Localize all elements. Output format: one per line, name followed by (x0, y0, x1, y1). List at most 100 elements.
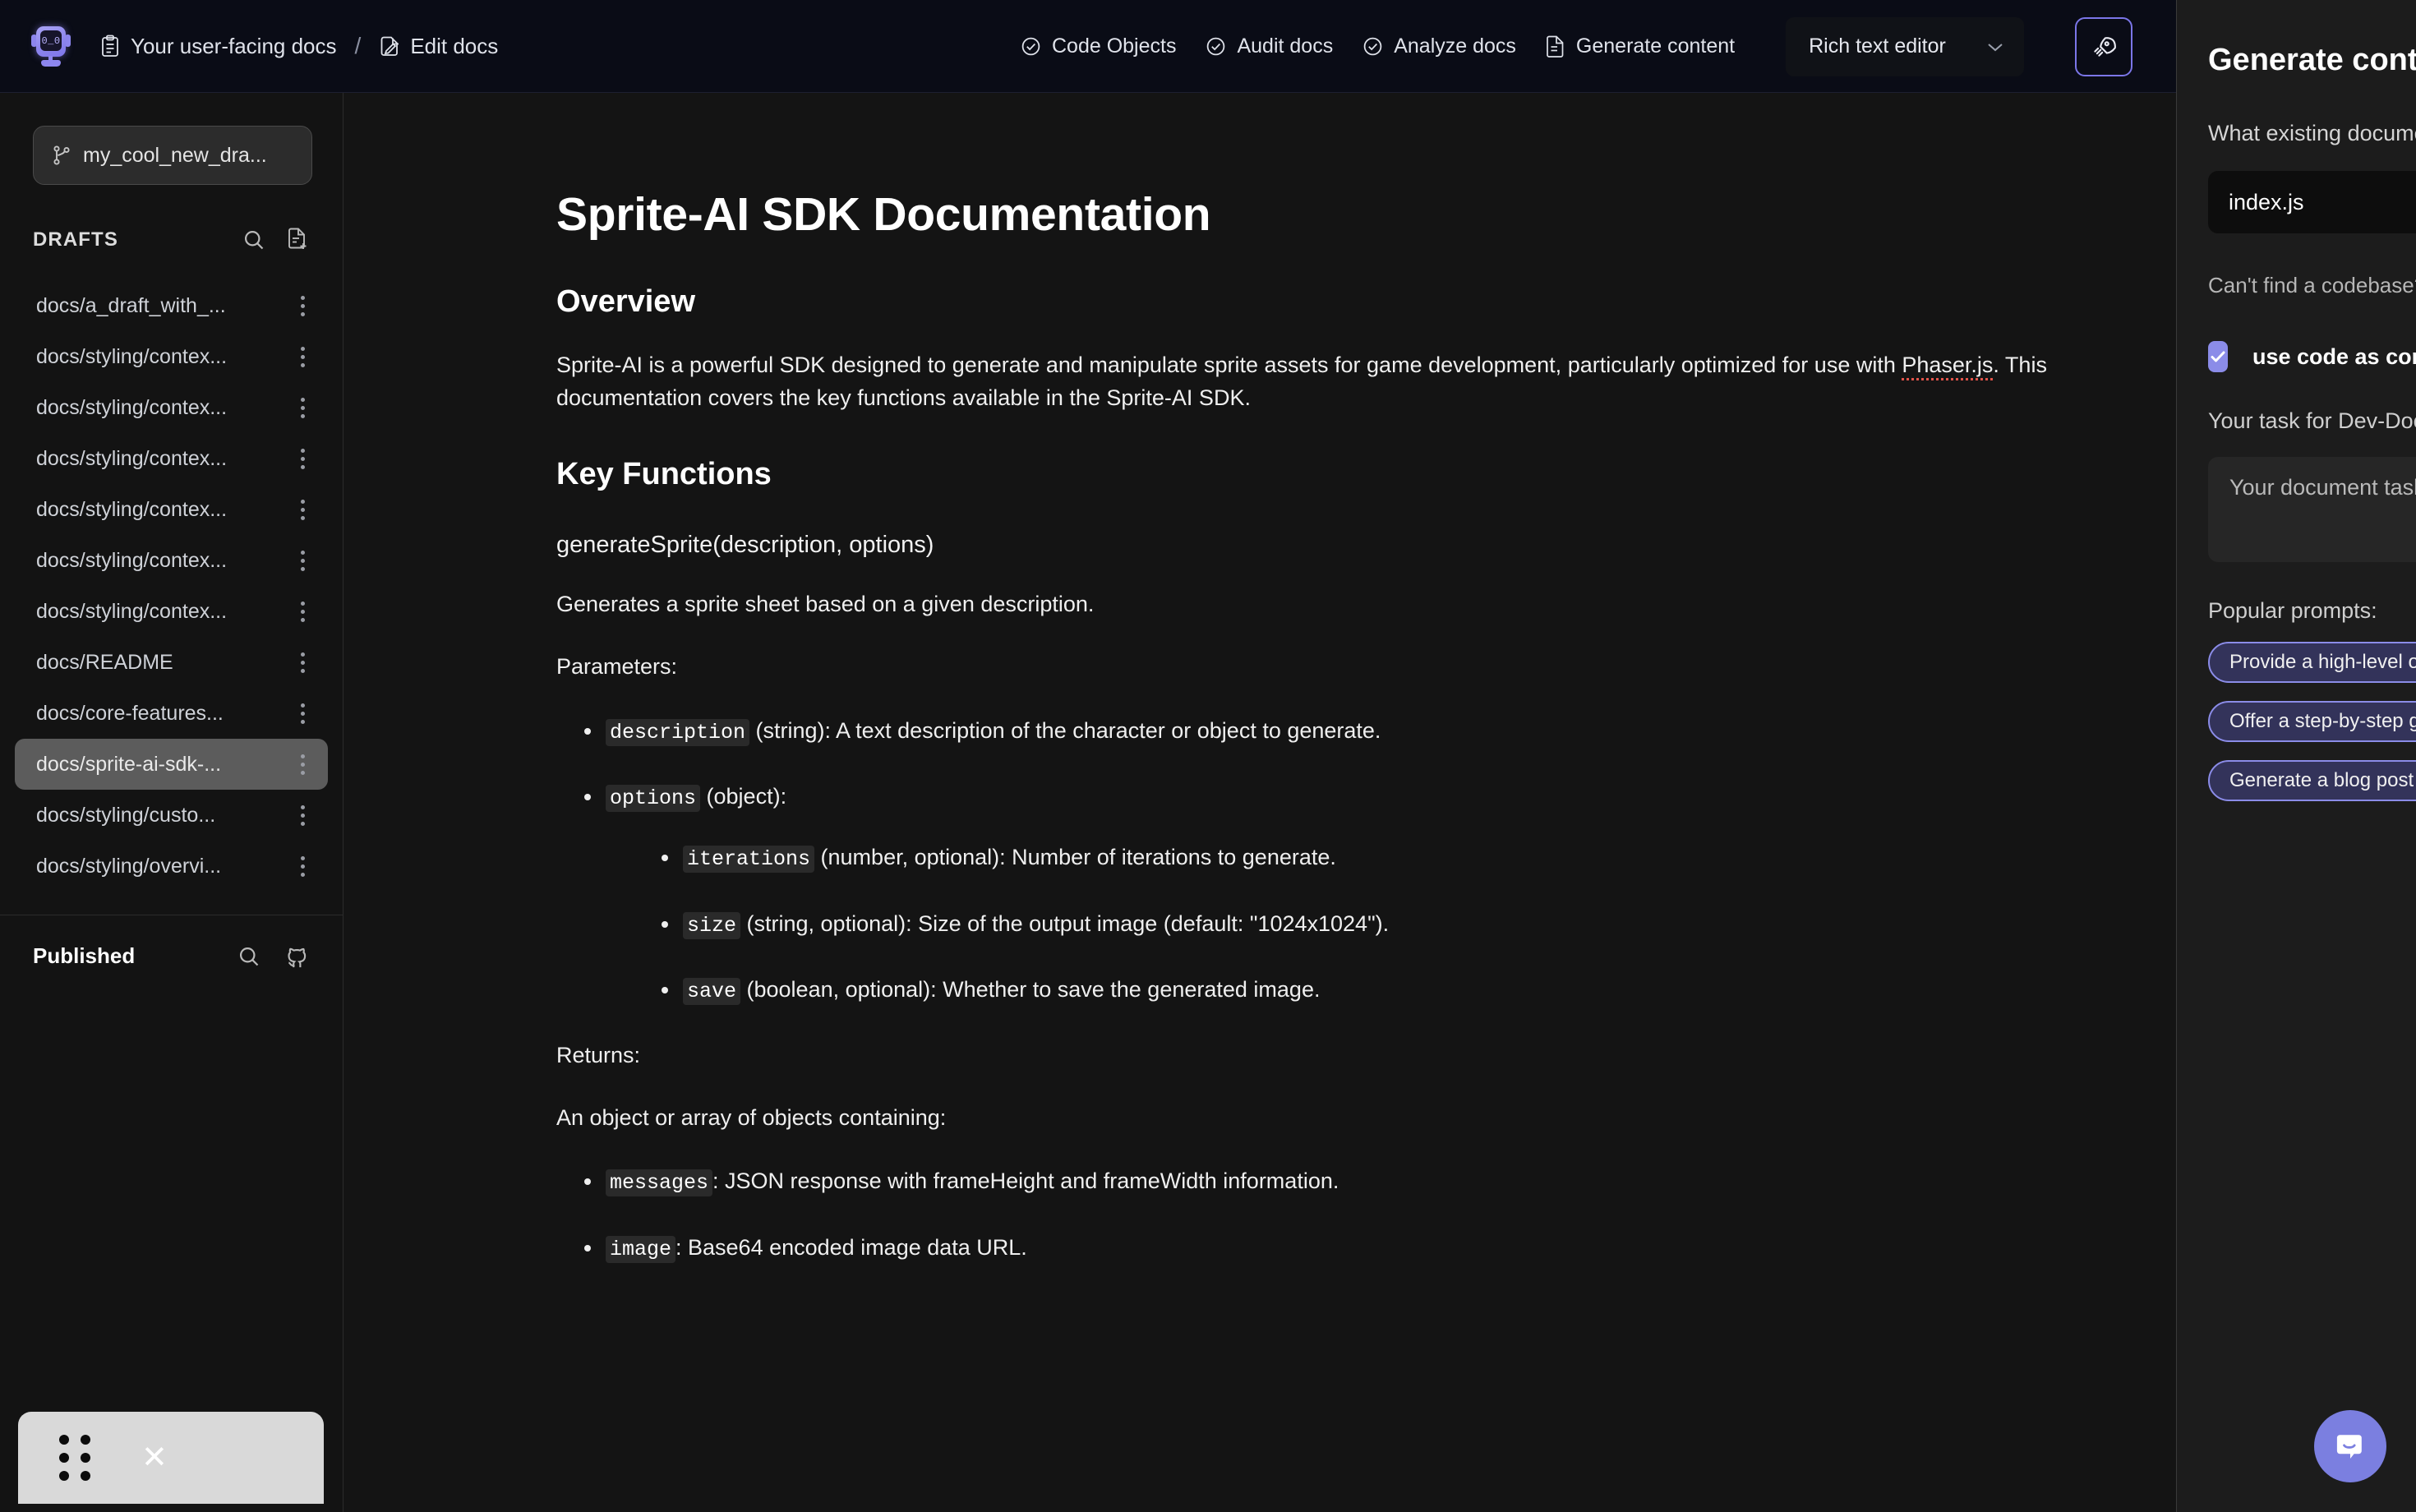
chat-bubble-icon (2331, 1427, 2369, 1465)
document-title: Sprite-AI SDK Documentation (556, 188, 1211, 241)
app-logo[interactable]: 0_0 (31, 25, 71, 67)
overview-text-a: Sprite-AI is a powerful SDK designed to … (556, 353, 1902, 377)
edit-document-icon (379, 35, 399, 58)
nav-label-analyze-docs: Analyze docs (1394, 35, 1516, 58)
draft-menu-icon[interactable] (292, 754, 313, 775)
app-root: 0_0 Your user-facing docs / Edit docs Co… (0, 0, 2416, 1512)
draft-label: docs/a_draft_with_... (36, 293, 226, 317)
publish-rocket-button[interactable] (2075, 16, 2133, 76)
new-document-icon[interactable] (287, 228, 310, 252)
task-textarea[interactable]: Your document task (2208, 457, 2416, 562)
list-item: messages: JSON response with frameHeight… (578, 1165, 2416, 1198)
document-body[interactable]: Sprite-AI SDK Documentation Overview Spr… (344, 93, 2416, 1265)
param-code: size (683, 911, 741, 939)
chat-launcher-button[interactable] (2314, 1410, 2386, 1482)
sprite-ai-robot-logo: 0_0 (31, 25, 71, 67)
draft-label: docs/styling/custo... (36, 803, 216, 827)
draft-item-1[interactable]: docs/styling/contex... (15, 331, 328, 382)
branch-selector[interactable]: my_cool_new_dra... (33, 126, 312, 185)
function-description: Generates a sprite sheet based on a give… (556, 592, 1095, 617)
branch-name: my_cool_new_dra... (83, 143, 267, 167)
nav-label-code-objects: Code Objects (1052, 35, 1177, 58)
breadcrumb-item-docs[interactable]: Your user-facing docs (100, 34, 337, 59)
breadcrumb-item-edit[interactable]: Edit docs (379, 34, 498, 59)
return-text: : JSON response with frameHeight and fra… (712, 1169, 1339, 1194)
robot-base (41, 60, 61, 67)
drafts-list: docs/a_draft_with_... docs/styling/conte… (0, 280, 343, 892)
draft-item-3[interactable]: docs/styling/contex... (15, 433, 328, 484)
nav-label-generate-content: Generate content (1575, 35, 1736, 58)
param-text: (string, optional): Size of the output i… (740, 910, 1390, 936)
editor-mode-select[interactable]: Rich text editor (1786, 16, 2025, 76)
draft-item-9-selected[interactable]: docs/sprite-ai-sdk-... (15, 739, 328, 790)
function-signature: generateSprite(description, options) (556, 532, 934, 559)
codebase-hint[interactable]: Can't find a codebase? (2208, 273, 2416, 298)
list-item: save (boolean, optional): Whether to sav… (655, 974, 2416, 1007)
popular-prompts-label: Popular prompts: (2208, 598, 2377, 623)
draft-menu-icon[interactable] (292, 397, 313, 418)
clipboard-icon (100, 35, 120, 58)
prompt-chip-1[interactable]: Offer a step-by-step guide (2208, 701, 2416, 742)
nav-item-code-objects[interactable]: Code Objects (1021, 35, 1176, 58)
draft-label: docs/README (36, 650, 173, 674)
heading-overview: Overview (556, 284, 695, 319)
drag-handle-icon[interactable] (59, 1435, 90, 1481)
breadcrumb: Your user-facing docs / Edit docs (71, 33, 498, 59)
list-item: image: Base64 encoded image data URL. (578, 1232, 2416, 1265)
drafts-title: DRAFTS (33, 228, 118, 251)
codebase-input[interactable]: index.js (2208, 171, 2416, 233)
nav-item-analyze-docs[interactable]: Analyze docs (1362, 35, 1516, 58)
draft-menu-icon[interactable] (292, 448, 313, 469)
draft-label: docs/styling/contex... (36, 548, 228, 572)
draft-item-7[interactable]: docs/README (15, 637, 328, 688)
draft-label: docs/styling/overvi... (36, 854, 222, 878)
search-icon[interactable] (242, 228, 265, 251)
draft-menu-icon[interactable] (292, 652, 313, 673)
check-circle-icon (1362, 36, 1383, 57)
return-code: messages (606, 1169, 713, 1197)
use-code-checkbox-label: use code as context (2252, 343, 2416, 369)
use-code-checkbox[interactable] (2208, 341, 2228, 372)
draft-menu-icon[interactable] (292, 346, 313, 367)
draft-item-10[interactable]: docs/styling/custo... (15, 790, 328, 841)
draft-item-6[interactable]: docs/styling/contex... (15, 586, 328, 637)
breadcrumb-label-docs: Your user-facing docs (131, 33, 337, 58)
param-code: description (606, 718, 750, 746)
top-bar: 0_0 Your user-facing docs / Edit docs Co… (0, 0, 2416, 93)
nav-item-audit-docs[interactable]: Audit docs (1206, 35, 1333, 58)
heading-key-functions: Key Functions (556, 457, 772, 492)
draft-menu-icon[interactable] (292, 550, 313, 571)
close-icon[interactable]: ✕ (141, 1442, 168, 1473)
document-editor[interactable]: Sprite-AI SDK Documentation Overview Spr… (344, 93, 2416, 1512)
misspelled-word[interactable]: Phaser.js (1902, 353, 1993, 377)
draft-menu-icon[interactable] (292, 295, 313, 316)
draft-label: docs/core-features... (36, 701, 224, 725)
prompt-chip-2[interactable]: Generate a blog post (2208, 760, 2416, 801)
git-branch-icon (52, 145, 71, 166)
parameters-list: description (string): A text description… (556, 715, 2416, 1007)
return-code: image (606, 1235, 676, 1263)
sub-parameters-list: iterations (number, optional): Number of… (606, 841, 2416, 1007)
generate-content-panel: Generate content What existing documenta… (2176, 0, 2416, 1512)
draft-item-2[interactable]: docs/styling/contex... (15, 382, 328, 433)
draft-label: docs/styling/contex... (36, 344, 228, 368)
nav-item-generate-content[interactable]: Generate content (1546, 35, 1735, 58)
param-code: iterations (683, 846, 815, 874)
draft-menu-icon[interactable] (292, 703, 313, 724)
draft-label: docs/styling/contex... (36, 599, 228, 623)
draft-menu-icon[interactable] (292, 855, 313, 877)
draft-item-0[interactable]: docs/a_draft_with_... (15, 280, 328, 331)
draft-item-11[interactable]: docs/styling/overvi... (15, 841, 328, 892)
editor-mode-value: Rich text editor (1809, 35, 1946, 58)
draft-item-8[interactable]: docs/core-features... (15, 688, 328, 739)
prompt-chip-0[interactable]: Provide a high-level overview (2208, 642, 2416, 683)
draft-menu-icon[interactable] (292, 499, 313, 520)
robot-face: 0_0 (40, 30, 62, 51)
github-icon[interactable] (285, 944, 310, 969)
param-code: save (683, 977, 741, 1005)
search-icon[interactable] (237, 945, 261, 968)
draft-menu-icon[interactable] (292, 804, 313, 826)
draft-item-4[interactable]: docs/styling/contex... (15, 484, 328, 535)
draft-menu-icon[interactable] (292, 601, 313, 622)
draft-item-5[interactable]: docs/styling/contex... (15, 535, 328, 586)
